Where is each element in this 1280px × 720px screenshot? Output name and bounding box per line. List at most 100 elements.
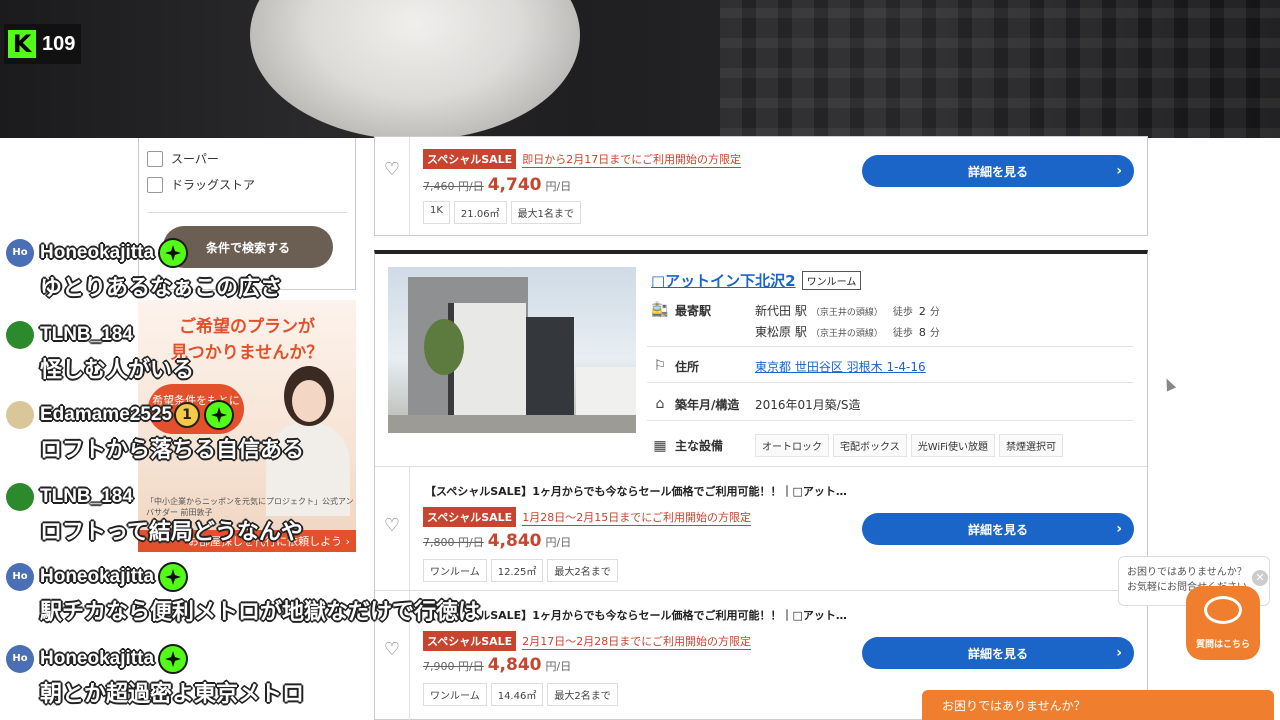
walk-unit: 分	[929, 328, 940, 339]
divider	[147, 212, 347, 213]
sale-price: 4,740	[487, 175, 542, 195]
walk-minutes: 2	[918, 305, 926, 318]
walk-label: 徒歩	[892, 328, 913, 339]
station-item: 新代田 駅 （京王井の頭線） 徒歩 2 分	[755, 302, 946, 319]
property-name-link[interactable]: □アットイン下北沢2	[651, 270, 796, 291]
plan-tags: 1K 21.06㎡ 最大1名まで	[423, 201, 581, 224]
info-label: 最寄駅	[675, 304, 712, 318]
house-icon: ⌂	[655, 396, 665, 412]
chat-text: 怪しむ人がいる	[40, 358, 195, 383]
chat-text: 朝とか超過密よ東京メトロ	[40, 682, 305, 707]
help-chat-button[interactable]: 質問はこちら	[1186, 586, 1260, 660]
chat-text: ゆとりあるなぁこの広さ	[40, 276, 283, 301]
help-bubble-line: お困りではありませんか？	[1127, 567, 1247, 578]
chat-message: TLNB_184 怪しむ人がいる	[6, 320, 194, 384]
viewer-count: 109	[42, 32, 76, 55]
close-icon[interactable]: ✕	[1252, 570, 1268, 586]
detail-button[interactable]: 詳細を見る ›	[862, 155, 1134, 187]
info-facilities: ▦ 主な設備 オートロック 宅配ボックス 光WiFi使い放題 禁煙選択可	[651, 434, 1067, 457]
chat-username: Honeokajitta	[40, 648, 155, 669]
facility-tag: オートロック	[755, 434, 829, 457]
facility-tag: 光WiFi使い放題	[910, 434, 995, 457]
avatar	[6, 401, 34, 429]
chat-username: Edamame2525	[40, 404, 173, 425]
help-button-label: 質問はこちら	[1195, 640, 1250, 650]
station-name: 東松原 駅	[755, 325, 807, 339]
divider	[647, 382, 1133, 383]
info-built: ⌂ 築年月/構造 2016年01月築/S造	[651, 396, 861, 413]
filter-checkbox-supermarket[interactable]: スーパー	[147, 150, 219, 167]
divider	[647, 420, 1133, 421]
chat-username: Honeokajitta	[40, 566, 155, 587]
avatar	[6, 483, 34, 511]
kick-logo-icon: K	[8, 30, 36, 58]
info-address: ⚐ 住所 東京都 世田谷区 羽根木 1-4-16	[651, 358, 926, 375]
chat-message: TLNB_184 ロフトって結局どうなんや	[6, 482, 303, 546]
built-value: 2016年01月築/S造	[755, 398, 861, 412]
sale-badge: スペシャルSALE	[423, 149, 517, 169]
subscriber-badge-icon	[158, 238, 189, 268]
chat-username: TLNB_184	[40, 486, 133, 507]
detail-button[interactable]: 詳細を見る ›	[862, 637, 1134, 669]
station-line: （京王井の頭線）	[810, 329, 883, 339]
chat-text: 駅チカなら便利メトロが地獄なだけで行徳は	[40, 600, 481, 625]
filter-checkbox-drugstore[interactable]: ドラッグストア	[147, 176, 255, 193]
walk-label: 徒歩	[892, 307, 913, 318]
walk-unit: 分	[929, 307, 940, 318]
station-item: 東松原 駅 （京王井の頭線） 徒歩 8 分	[755, 323, 946, 340]
walk-minutes: 8	[918, 326, 926, 339]
avatar: Ho	[6, 563, 34, 591]
subscriber-badge-icon	[158, 644, 189, 674]
chat-username: Honeokajitta	[40, 242, 155, 263]
price-unit: 円/日	[545, 180, 572, 193]
detail-button-label: 詳細を見る	[967, 646, 1028, 661]
price-row: 7,460 円/日 4,740 円/日	[423, 175, 571, 195]
avatar: Ho	[6, 239, 34, 267]
webcam-subject	[250, 0, 580, 138]
webcam-feed: K 109	[0, 0, 1280, 138]
detail-button[interactable]: 詳細を見る ›	[862, 513, 1134, 545]
info-label: 主な設備	[675, 439, 724, 453]
filter-label: ドラッグストア	[171, 178, 256, 192]
property-title: □アットイン下北沢2 ワンルーム	[651, 270, 862, 291]
info-label: 住所	[675, 360, 700, 374]
divider	[647, 346, 1133, 347]
property-type-badge: ワンルーム	[801, 271, 862, 290]
avatar: Ho	[6, 645, 34, 673]
station-line: （京王井の頭線）	[810, 308, 883, 318]
chat-text: ロフトって結局どうなんや	[40, 520, 303, 545]
help-bar[interactable]: お困りではありませんか？	[922, 690, 1274, 720]
info-label: 築年月/構造	[675, 398, 740, 412]
train-icon: 🚉	[651, 302, 669, 318]
webcam-keyboard	[720, 0, 1280, 138]
chat-message: Ho Honeokajitta ゆとりあるなぁこの広さ	[6, 238, 282, 302]
station-list: 新代田 駅 （京王井の頭線） 徒歩 2 分 東松原 駅 （京王井の頭線） 徒歩 …	[755, 302, 946, 344]
subscriber-badge-icon	[204, 400, 235, 430]
listing-plan-card: ♡ スペシャルSALE 即日から2月17日までにご利用開始の方限定 7,460 …	[374, 136, 1148, 236]
tag-area: 21.06㎡	[453, 201, 507, 224]
address-link[interactable]: 東京都 世田谷区 羽根木 1-4-16	[755, 358, 926, 375]
facility-tag: 宅配ボックス	[833, 434, 907, 457]
chat-overlay: Ho Honeokajitta ゆとりあるなぁこの広さ TLNB_184 怪しむ…	[0, 236, 580, 720]
chat-message: Edamame2525 1 ロフトから落ちる自信ある	[6, 400, 304, 464]
old-price: 7,460 円/日	[423, 180, 484, 193]
info-station: 🚉 最寄駅 新代田 駅 （京王井の頭線） 徒歩 2 分 東松原 駅 （京王井の頭…	[651, 302, 946, 344]
chevron-right-icon: ›	[1116, 645, 1122, 661]
favorite-heart-icon[interactable]: ♡	[383, 161, 401, 179]
chat-text: ロフトから落ちる自信ある	[40, 438, 305, 463]
flag-icon: ⚐	[653, 358, 667, 374]
chat-username: TLNB_184	[40, 324, 133, 345]
gift-badge-icon: 1	[174, 402, 201, 428]
tag-capacity: 最大1名まで	[510, 201, 581, 224]
filter-label: スーパー	[171, 152, 219, 166]
sale-note: 即日から2月17日までにご利用開始の方限定	[522, 152, 741, 168]
checkbox-icon[interactable]	[147, 176, 163, 193]
chevron-right-icon: ›	[1116, 163, 1122, 179]
chat-bubble-icon	[1204, 596, 1242, 624]
subscriber-badge-icon	[158, 562, 189, 592]
avatar	[6, 321, 34, 349]
chevron-right-icon: ›	[1116, 521, 1122, 537]
checkbox-icon[interactable]	[147, 150, 163, 167]
detail-button-label: 詳細を見る	[967, 522, 1028, 537]
building-icon: ▦	[653, 437, 667, 454]
